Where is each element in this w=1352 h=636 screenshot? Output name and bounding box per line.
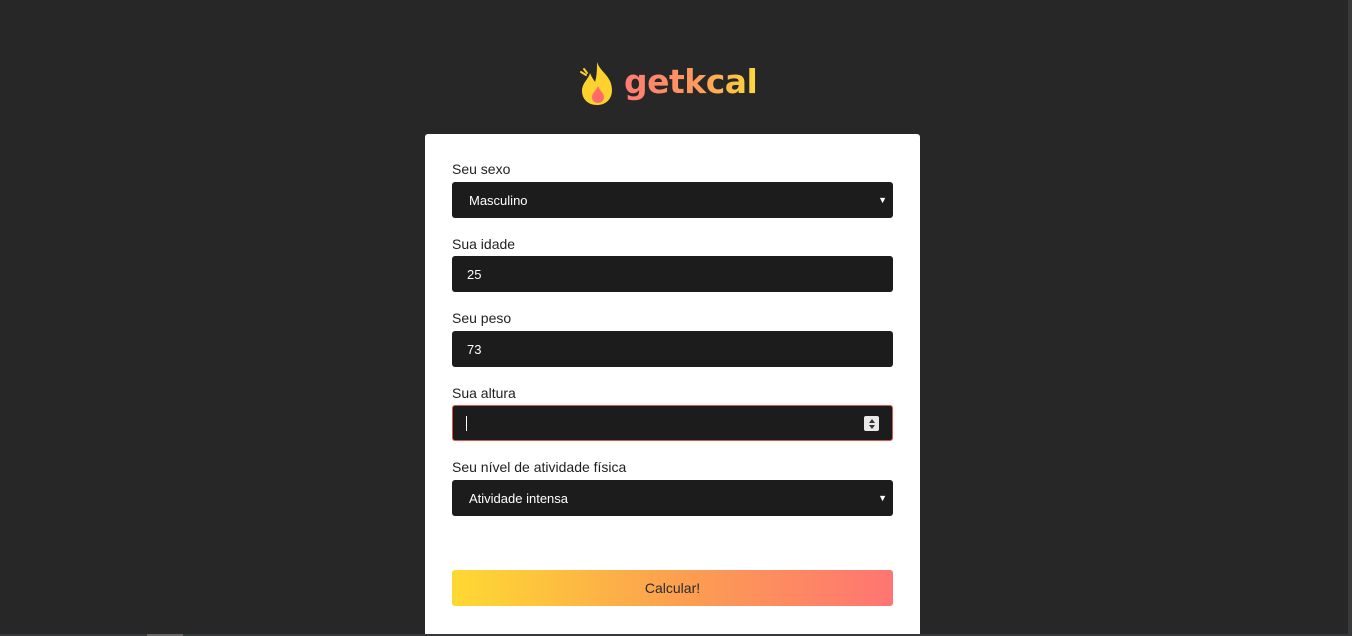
dropdown-arrow-icon: ▼ bbox=[878, 195, 887, 205]
spin-up-icon[interactable] bbox=[868, 418, 875, 423]
weight-label: Seu peso bbox=[452, 310, 512, 326]
age-label: Sua idade bbox=[452, 236, 516, 252]
sex-select[interactable]: Masculino ▼ bbox=[452, 182, 893, 218]
brand-name: getkcal bbox=[624, 61, 758, 101]
weight-input[interactable]: 73 bbox=[452, 331, 893, 367]
sex-label: Seu sexo bbox=[452, 161, 511, 177]
calculate-button[interactable]: Calcular! bbox=[452, 570, 893, 606]
sex-select-value: Masculino bbox=[469, 192, 528, 208]
activity-select[interactable]: Atividade intensa ▼ bbox=[452, 480, 893, 516]
weight-input-value: 73 bbox=[467, 341, 482, 357]
text-cursor bbox=[466, 415, 467, 431]
activity-label: Seu nível de atividade física bbox=[452, 459, 627, 475]
calculator-form: Seu sexo Masculino ▼ Sua idade 25 Seu pe… bbox=[425, 134, 920, 636]
spin-down-icon[interactable] bbox=[868, 424, 875, 429]
number-spinner[interactable] bbox=[864, 416, 879, 431]
flame-icon bbox=[580, 62, 612, 105]
age-input[interactable]: 25 bbox=[452, 256, 893, 292]
brand-logo: getkcal bbox=[578, 58, 758, 108]
activity-select-value: Atividade intensa bbox=[469, 490, 569, 506]
height-input[interactable] bbox=[452, 405, 893, 441]
page: getkcal Seu sexo Masculino ▼ Sua idade 2… bbox=[0, 0, 1352, 636]
dropdown-arrow-icon: ▼ bbox=[878, 493, 887, 503]
height-label: Sua altura bbox=[452, 385, 516, 401]
age-input-value: 25 bbox=[467, 266, 482, 282]
window-scrollbar[interactable] bbox=[1348, 0, 1352, 636]
